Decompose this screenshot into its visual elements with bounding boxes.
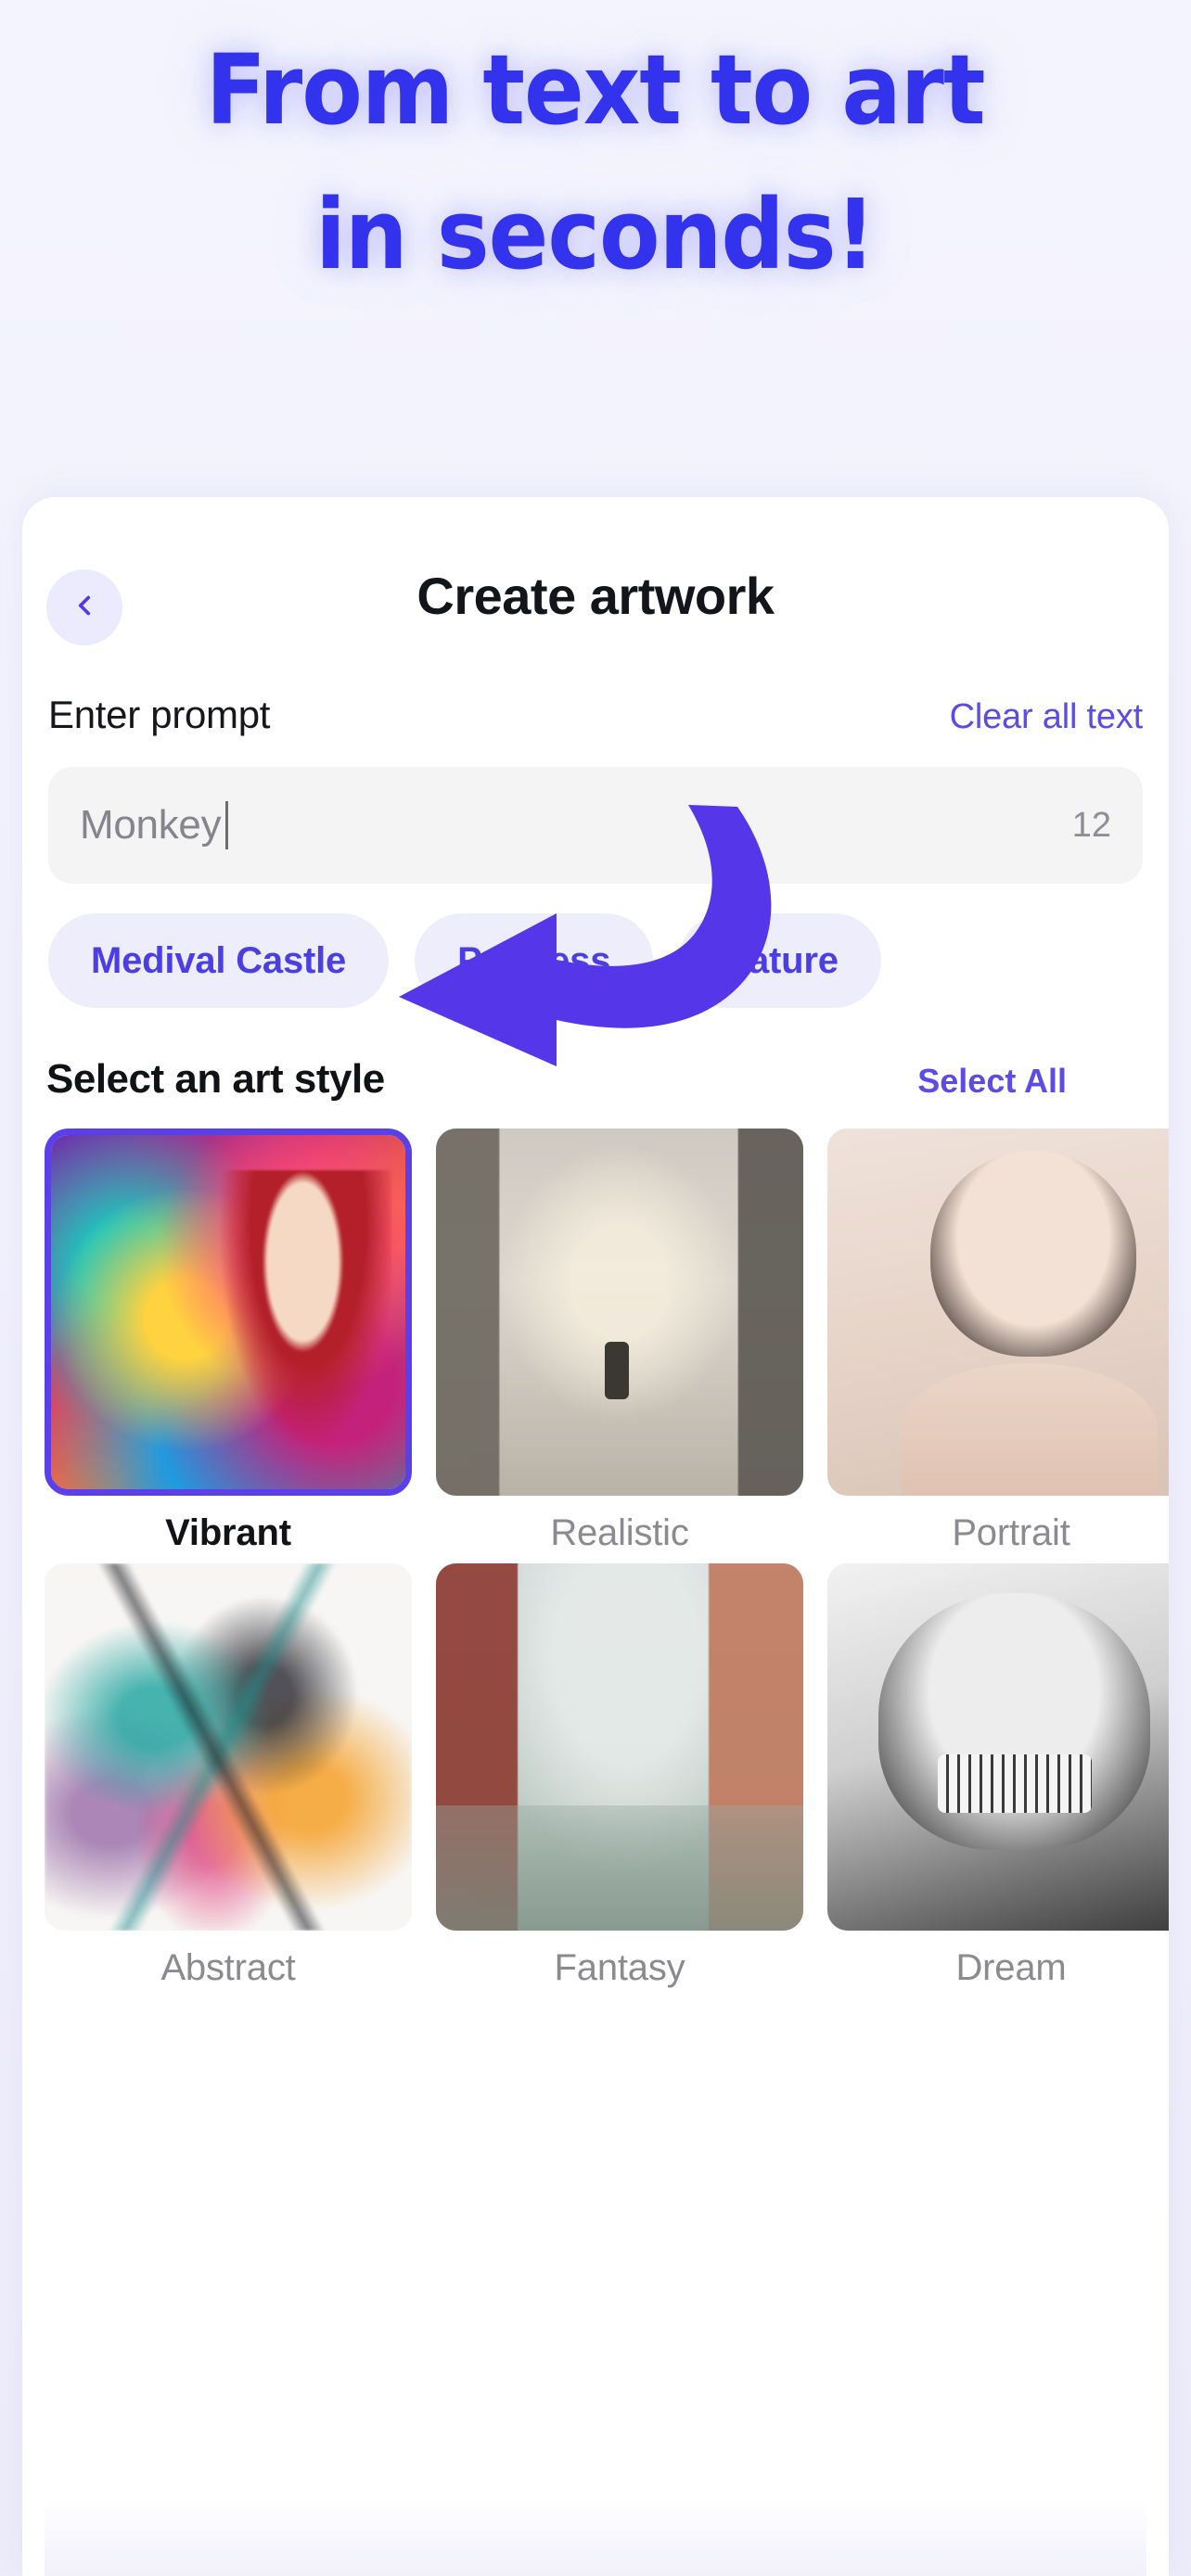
art-style-label: Realistic xyxy=(550,1512,689,1553)
art-style-thumbnail xyxy=(827,1129,1169,1496)
dream-artwork-image xyxy=(827,1563,1169,1931)
prompt-label: Enter prompt xyxy=(48,693,271,736)
page-title: Create artwork xyxy=(416,567,775,625)
art-style-label: Portrait xyxy=(952,1512,1070,1553)
art-style-header: Select an art style Select All xyxy=(22,1056,1169,1103)
fantasy-artwork-image xyxy=(436,1563,803,1931)
art-style-title: Select an art style xyxy=(46,1056,385,1102)
prompt-section: Enter prompt Clear all text Monkey 12 xyxy=(22,693,1169,884)
screen-header: Create artwork xyxy=(22,497,1169,687)
suggestion-chip-nature[interactable]: Nature xyxy=(679,913,881,1008)
hero-headline-line2: in seconds! xyxy=(315,178,877,291)
portrait-artwork-image xyxy=(827,1129,1169,1496)
clear-all-text-button[interactable]: Clear all text xyxy=(950,697,1144,737)
prompt-suggestion-chips[interactable]: Medival Castle Princess Nature xyxy=(22,913,1169,1008)
select-all-button[interactable]: Select All xyxy=(917,1062,1145,1101)
suggestion-chip-princess[interactable]: Princess xyxy=(415,913,654,1008)
art-style-tile-realistic[interactable]: Realistic xyxy=(436,1129,803,1554)
text-caret xyxy=(225,801,229,849)
art-style-thumbnail xyxy=(436,1563,803,1931)
prompt-char-count: 12 xyxy=(1071,805,1111,845)
art-style-label: Abstract xyxy=(160,1947,296,1988)
app-screen-card: Create artwork Enter prompt Clear all te… xyxy=(22,497,1169,2576)
art-style-thumbnail xyxy=(45,1563,412,1931)
art-style-thumbnail xyxy=(827,1563,1169,1931)
hero-banner: From text to art in seconds! xyxy=(0,0,1191,501)
art-style-label: Dream xyxy=(955,1947,1067,1988)
abstract-artwork-image xyxy=(45,1563,412,1931)
prompt-input[interactable]: Monkey 12 xyxy=(48,767,1143,884)
art-style-tile-vibrant[interactable]: Vibrant xyxy=(45,1129,412,1554)
prompt-input-text: Monkey xyxy=(80,801,229,849)
art-style-label: Vibrant xyxy=(165,1512,291,1553)
art-style-tile-dream[interactable]: Dream xyxy=(827,1563,1169,1989)
art-style-thumbnail xyxy=(45,1129,412,1496)
suggestion-chip-medival-castle[interactable]: Medival Castle xyxy=(48,913,390,1008)
vibrant-artwork-image xyxy=(51,1135,405,1489)
art-style-label: Fantasy xyxy=(554,1947,685,1988)
hero-headline-line1: From text to art xyxy=(206,33,986,147)
art-style-tile-fantasy[interactable]: Fantasy xyxy=(436,1563,803,1989)
art-style-grid: Vibrant Realistic Portrait Abstract Fant xyxy=(22,1129,1169,1989)
art-style-thumbnail xyxy=(436,1129,803,1496)
art-style-tile-abstract[interactable]: Abstract xyxy=(45,1563,412,1989)
bottom-fade-overlay xyxy=(45,2437,1146,2576)
prompt-input-value: Monkey xyxy=(80,802,222,848)
art-style-tile-portrait[interactable]: Portrait xyxy=(827,1129,1169,1554)
realistic-artwork-image xyxy=(436,1129,803,1496)
